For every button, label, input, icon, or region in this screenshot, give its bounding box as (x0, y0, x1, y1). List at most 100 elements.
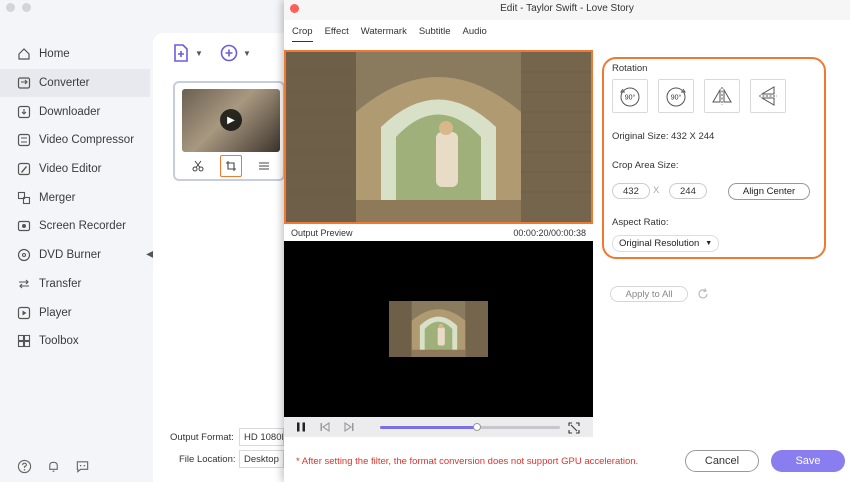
apply-to-all-button[interactable]: Apply to All (610, 286, 688, 302)
sidebar-item-converter[interactable]: Converter (0, 68, 150, 98)
crop-height-input[interactable]: 244 (669, 183, 707, 199)
flip-vertical-button[interactable] (750, 79, 786, 113)
toolbox-icon (17, 334, 31, 348)
original-size-value: 432 X 244 (671, 131, 715, 142)
dialog-titlebar: Edit - Taylor Swift - Love Story (284, 0, 850, 20)
chevron-down-icon: ▼ (243, 48, 251, 58)
tab-crop[interactable]: Crop (292, 26, 313, 42)
rotate-right-icon: 90° (666, 87, 686, 107)
minimize-window-button[interactable] (22, 3, 31, 12)
sidebar-item-downloader[interactable]: Downloader (0, 97, 150, 126)
add-files-button[interactable]: ▼ (171, 43, 203, 63)
transfer-icon (17, 277, 31, 291)
sidebar-item-video-compressor[interactable]: Video Compressor (0, 126, 150, 155)
compress-icon (17, 133, 31, 147)
card-toolbar (182, 155, 280, 177)
rotation-label: Rotation (612, 63, 648, 74)
video-thumbnail[interactable]: ▶ (182, 89, 280, 152)
output-preview (284, 241, 593, 417)
sidebar-item-player[interactable]: Player (0, 298, 150, 327)
aspect-ratio-select[interactable]: Original Resolution ▼ (612, 235, 720, 252)
file-location-select[interactable]: Desktop (239, 450, 284, 468)
sidebar-item-transfer[interactable]: Transfer (0, 270, 150, 299)
output-preview-label: Output Preview (291, 227, 353, 238)
add-media-icon (220, 44, 238, 62)
sidebar-item-label: Screen Recorder (39, 220, 126, 233)
sidebar: Home Converter Downloader Video Compress… (0, 40, 150, 356)
save-button[interactable]: Save (771, 450, 845, 472)
tab-audio[interactable]: Audio (463, 26, 487, 42)
output-format-select[interactable]: HD 1080P (239, 428, 284, 446)
rotate-left-text: 90° (625, 94, 636, 102)
recorder-icon (17, 219, 31, 233)
preview-label-row: Output Preview 00:00:20/00:00:38 (284, 224, 593, 241)
help-icon[interactable] (17, 459, 32, 474)
chevron-down-icon: ▼ (195, 48, 203, 58)
sidebar-item-label: Transfer (39, 277, 82, 290)
sidebar-item-home[interactable]: Home (0, 40, 150, 69)
video-frame (286, 52, 591, 222)
crop-size-separator: X (653, 185, 660, 196)
pause-icon[interactable] (294, 420, 308, 434)
fullscreen-icon[interactable] (568, 421, 580, 434)
tab-effect[interactable]: Effect (325, 26, 349, 42)
sidebar-item-label: Video Compressor (39, 134, 135, 147)
editor-icon (17, 162, 31, 176)
chevron-down-icon: ▼ (705, 240, 713, 247)
feedback-icon[interactable] (75, 459, 90, 474)
video-file-card[interactable]: ▶ (173, 81, 285, 181)
crop-width-input[interactable]: 432 (612, 183, 650, 199)
sidebar-item-label: Toolbox (39, 335, 79, 348)
dialog-title: Edit - Taylor Swift - Love Story (500, 3, 634, 14)
flip-horizontal-button[interactable] (704, 79, 740, 113)
progress-fill (380, 425, 478, 429)
player-controls (284, 417, 593, 437)
crop-icon[interactable] (219, 155, 242, 177)
rotate-right-button[interactable]: 90° (658, 79, 694, 113)
add-file-icon (174, 44, 188, 62)
file-location-label: File Location: (179, 454, 236, 465)
sidebar-item-label: Video Editor (39, 163, 102, 176)
play-icon[interactable]: ▶ (220, 109, 242, 131)
downloader-icon (17, 105, 31, 119)
crop-settings-panel: Rotation 90° 90° Original Size: 432 X 24… (602, 57, 826, 259)
sidebar-item-screen-recorder[interactable]: Screen Recorder (0, 212, 150, 241)
sidebar-item-label: Home (39, 48, 70, 61)
previous-frame-icon[interactable] (318, 420, 332, 434)
dialog-close-button[interactable] (290, 4, 299, 13)
sidebar-footer (17, 459, 90, 474)
aspect-ratio-label: Aspect Ratio: (612, 217, 669, 228)
gpu-warning-note: * After setting the filter, the format c… (296, 456, 639, 467)
reset-icon[interactable] (696, 287, 710, 301)
output-preview-frame (389, 301, 488, 357)
progress-slider[interactable] (380, 422, 560, 431)
sidebar-item-dvd-burner[interactable]: DVD Burner (0, 241, 150, 270)
sidebar-item-merger[interactable]: Merger (0, 183, 150, 212)
add-media-button[interactable]: ▼ (219, 43, 251, 63)
align-center-button[interactable]: Align Center (728, 183, 810, 200)
crop-preview[interactable] (284, 50, 593, 224)
rotate-left-button[interactable]: 90° (612, 79, 648, 113)
sidebar-item-label: Merger (39, 191, 76, 204)
trim-scissors-icon[interactable] (189, 157, 207, 175)
effects-list-icon[interactable] (255, 157, 273, 175)
rotate-right-text: 90° (671, 94, 682, 102)
progress-handle[interactable] (473, 422, 482, 431)
tab-watermark[interactable]: Watermark (361, 26, 407, 42)
flip-vertical-icon (759, 86, 777, 106)
next-frame-icon[interactable] (342, 420, 356, 434)
sidebar-item-label: Player (39, 306, 72, 319)
flip-horizontal-icon (712, 87, 732, 105)
notification-bell-icon[interactable] (46, 459, 61, 474)
sidebar-item-video-editor[interactable]: Video Editor (0, 155, 150, 184)
crop-area-size-label: Crop Area Size: (612, 160, 679, 171)
tab-subtitle[interactable]: Subtitle (419, 26, 451, 42)
cancel-button[interactable]: Cancel (685, 450, 759, 472)
player-icon (17, 306, 31, 320)
sidebar-item-toolbox[interactable]: Toolbox (0, 327, 150, 356)
edit-dialog: Edit - Taylor Swift - Love Story Crop Ef… (284, 0, 850, 482)
close-window-button[interactable] (6, 3, 15, 12)
sidebar-item-label: DVD Burner (39, 249, 101, 262)
merger-icon (17, 191, 31, 205)
sidebar-item-label: Converter (39, 77, 90, 90)
